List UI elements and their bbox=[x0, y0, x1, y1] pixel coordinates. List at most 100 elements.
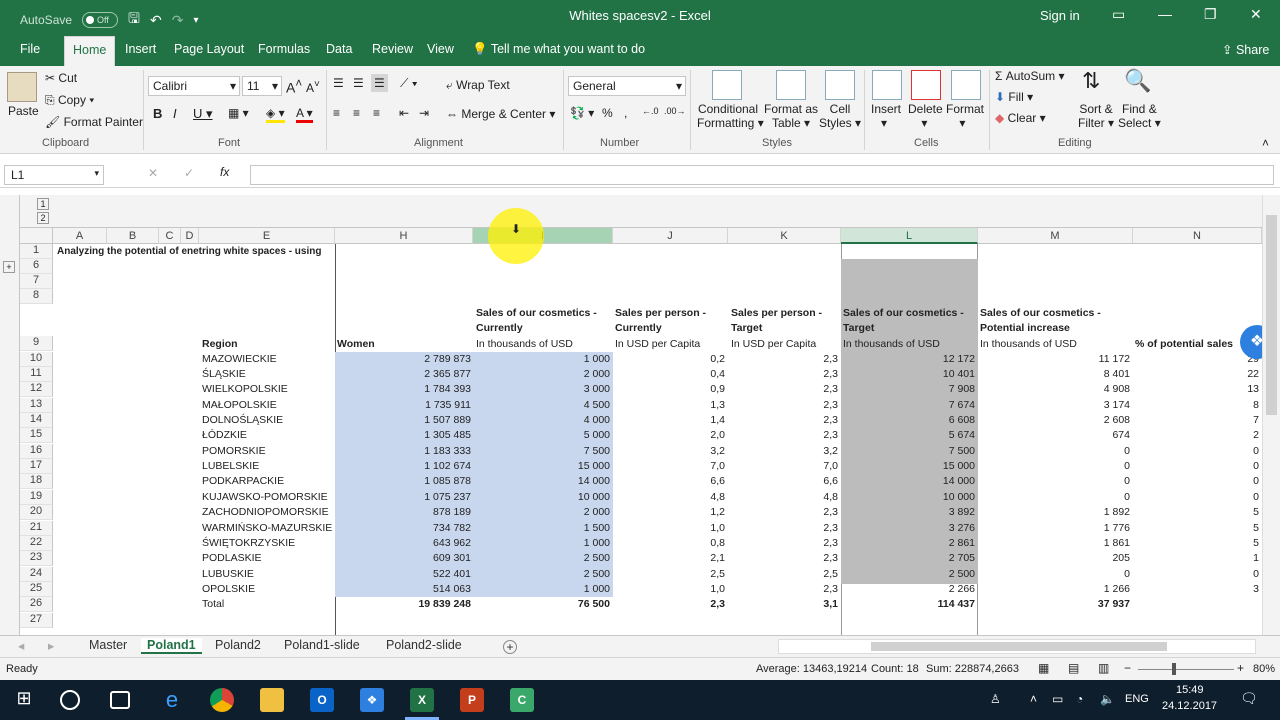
percent-icon[interactable]: % bbox=[602, 106, 613, 120]
cell-per-person-target[interactable]: 6,6 bbox=[728, 474, 838, 489]
tab-view[interactable]: View bbox=[427, 42, 454, 56]
cell-region[interactable]: OPOLSKIE bbox=[202, 582, 332, 597]
col-header-l[interactable]: L bbox=[841, 228, 978, 244]
horizontal-scroll-thumb[interactable] bbox=[871, 642, 1167, 651]
row-header[interactable]: 20 bbox=[20, 505, 53, 521]
volume-icon[interactable]: 🔈 bbox=[1100, 692, 1115, 706]
cell-potential-increase[interactable]: 1 861 bbox=[978, 536, 1130, 551]
new-sheet-icon[interactable]: + bbox=[503, 640, 517, 654]
cell-per-person-current[interactable]: 1,0 bbox=[613, 582, 725, 597]
outline-level-2[interactable]: 2 bbox=[37, 212, 49, 224]
collapse-ribbon-icon[interactable]: ˄ bbox=[1262, 136, 1269, 150]
cell-sales-target[interactable]: 15 000 bbox=[841, 459, 975, 474]
cell-per-person-current[interactable]: 0,4 bbox=[613, 367, 725, 382]
cell-women[interactable]: 2 365 877 bbox=[335, 367, 471, 382]
cell-potential-increase[interactable]: 674 bbox=[978, 428, 1130, 443]
zoom-in-icon[interactable]: + bbox=[1237, 661, 1244, 675]
powerpoint-taskbar-icon[interactable]: P bbox=[460, 688, 484, 712]
currency-icon[interactable]: 💱 ▾ bbox=[570, 106, 594, 120]
cell-potential-increase[interactable]: 8 401 bbox=[978, 367, 1130, 382]
cell-per-person-current[interactable]: 3,2 bbox=[613, 444, 725, 459]
cell-potential-pct[interactable]: 0 bbox=[1133, 567, 1259, 582]
cell-per-person-target[interactable]: 2,3 bbox=[728, 382, 838, 397]
row-header[interactable]: 11 bbox=[20, 367, 53, 383]
cell-sales-current[interactable]: 2 000 bbox=[473, 505, 610, 520]
cell-sales-target[interactable]: 5 674 bbox=[841, 428, 975, 443]
cell-potential-pct[interactable]: 29 bbox=[1133, 352, 1259, 367]
cell-women[interactable]: 643 962 bbox=[335, 536, 471, 551]
action-center-icon[interactable]: 🗨 bbox=[1240, 690, 1258, 707]
row-header[interactable]: 27 bbox=[20, 613, 53, 629]
cell-per-person-target[interactable]: 2,3 bbox=[728, 551, 838, 566]
cancel-entry-icon[interactable]: ✕ bbox=[148, 166, 158, 180]
paste-icon[interactable] bbox=[7, 72, 37, 102]
page-layout-view-icon[interactable]: ▤ bbox=[1068, 661, 1079, 675]
cell-region[interactable]: ŚLĄSKIE bbox=[202, 367, 332, 382]
total-cell-women[interactable]: 19 839 248 bbox=[335, 597, 471, 612]
cell-per-person-current[interactable]: 2,5 bbox=[613, 567, 725, 582]
cell-potential-pct[interactable]: 13 bbox=[1133, 382, 1259, 397]
cell-women[interactable]: 1 507 889 bbox=[335, 413, 471, 428]
cell-region[interactable]: ZACHODNIOPOMORSKIE bbox=[202, 505, 332, 520]
cell-sales-target[interactable]: 10 401 bbox=[841, 367, 975, 382]
cell-women[interactable]: 1 085 878 bbox=[335, 474, 471, 489]
decrease-decimal-icon[interactable]: .00→ bbox=[664, 106, 686, 116]
cell-potential-increase[interactable]: 0 bbox=[978, 567, 1130, 582]
cell-potential-pct[interactable]: 7 bbox=[1133, 413, 1259, 428]
col-header-k[interactable]: K bbox=[728, 228, 841, 244]
formula-input[interactable] bbox=[250, 165, 1274, 185]
align-right-icon[interactable]: ≡ bbox=[373, 106, 380, 120]
paste-button[interactable]: Paste bbox=[8, 104, 39, 118]
align-left-icon[interactable]: ≡ bbox=[333, 106, 340, 120]
cell-per-person-target[interactable]: 2,3 bbox=[728, 413, 838, 428]
cell-sales-current[interactable]: 2 500 bbox=[473, 567, 610, 582]
conditional-formatting-button[interactable]: Conditional Formatting ▾ bbox=[697, 102, 764, 130]
row-header[interactable]: 14 bbox=[20, 413, 53, 429]
name-box[interactable]: L1 ▾ bbox=[4, 165, 104, 185]
cell-women[interactable]: 1 735 911 bbox=[335, 398, 471, 413]
col-header-j[interactable]: J bbox=[613, 228, 728, 244]
select-all-corner[interactable] bbox=[20, 228, 53, 244]
cell-per-person-current[interactable]: 7,0 bbox=[613, 459, 725, 474]
cell-women[interactable]: 2 789 873 bbox=[335, 352, 471, 367]
cut-button[interactable]: ✂ Cut bbox=[45, 71, 77, 85]
cell-potential-increase[interactable]: 1 892 bbox=[978, 505, 1130, 520]
total-cell-region[interactable]: Total bbox=[202, 597, 332, 612]
cortana-icon[interactable] bbox=[60, 690, 80, 710]
cell-potential-pct[interactable]: 22 bbox=[1133, 367, 1259, 382]
dropbox-taskbar-icon[interactable]: ❖ bbox=[360, 688, 384, 712]
cell-potential-increase[interactable]: 11 172 bbox=[978, 352, 1130, 367]
cell-women[interactable]: 1 075 237 bbox=[335, 490, 471, 505]
row-header[interactable]: 1 bbox=[20, 244, 53, 260]
cell-sales-target[interactable]: 7 500 bbox=[841, 444, 975, 459]
row-header[interactable]: 17 bbox=[20, 459, 53, 475]
cell-potential-pct[interactable]: 0 bbox=[1133, 459, 1259, 474]
insert-function-icon[interactable]: fx bbox=[220, 165, 229, 179]
cell-potential-increase[interactable]: 1 776 bbox=[978, 521, 1130, 536]
sheet-tab-poland1-slide[interactable]: Poland1-slide bbox=[284, 638, 360, 652]
cell-region[interactable]: ŚWIĘTOKRZYSKIE bbox=[202, 536, 332, 551]
increase-decimal-icon[interactable]: ←.0 bbox=[642, 106, 659, 116]
vertical-scrollbar[interactable] bbox=[1262, 195, 1280, 635]
row-header[interactable]: 24 bbox=[20, 567, 53, 583]
tell-me-box[interactable]: 💡 Tell me what you want to do bbox=[472, 42, 645, 57]
windows-start-icon[interactable]: ⊞ bbox=[12, 688, 36, 712]
row-header[interactable]: 16 bbox=[20, 444, 53, 460]
copy-button[interactable]: ⎘ Copy ▾ bbox=[45, 93, 94, 108]
close-icon[interactable]: ✕ bbox=[1250, 6, 1262, 23]
zoom-out-icon[interactable]: − bbox=[1124, 661, 1131, 675]
tab-file[interactable]: File bbox=[20, 42, 40, 56]
cell-per-person-target[interactable]: 2,3 bbox=[728, 367, 838, 382]
cell-women[interactable]: 1 102 674 bbox=[335, 459, 471, 474]
cell-potential-pct[interactable]: 0 bbox=[1133, 444, 1259, 459]
col-header-b[interactable]: B bbox=[107, 228, 159, 244]
font-size-select[interactable]: 11 ▾ bbox=[242, 76, 282, 96]
cell-per-person-target[interactable]: 2,3 bbox=[728, 536, 838, 551]
cell-women[interactable]: 609 301 bbox=[335, 551, 471, 566]
cell-potential-pct[interactable]: 0 bbox=[1133, 490, 1259, 505]
enter-entry-icon[interactable]: ✓ bbox=[184, 166, 194, 180]
cell-region[interactable]: PODKARPACKIE bbox=[202, 474, 332, 489]
total-cell-per-person-current[interactable]: 2,3 bbox=[613, 597, 725, 612]
row-header[interactable]: 9 bbox=[20, 336, 53, 352]
borders-icon[interactable]: ▦ ▾ bbox=[228, 106, 249, 120]
